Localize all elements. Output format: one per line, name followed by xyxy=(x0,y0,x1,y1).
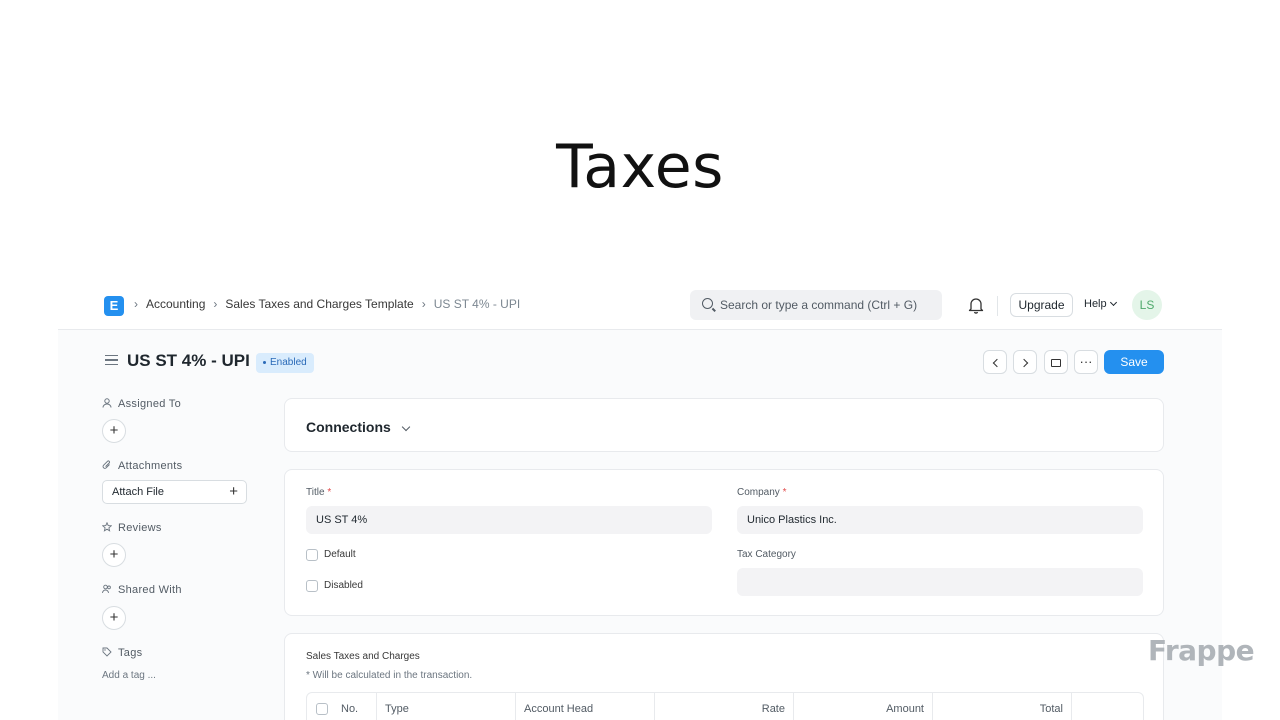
frappe-watermark: Frappe xyxy=(1148,634,1255,667)
search-placeholder: Search or type a command (Ctrl + G) xyxy=(720,298,918,312)
breadcrumb-accounting[interactable]: Accounting xyxy=(146,297,205,311)
user-icon xyxy=(102,398,112,408)
app-logo[interactable]: E xyxy=(104,296,124,316)
navbar: E › Accounting › Sales Taxes and Charges… xyxy=(58,282,1222,330)
select-all-cell: No. xyxy=(307,693,377,720)
printer-icon xyxy=(1051,359,1061,367)
column-header-total: Total xyxy=(933,693,1072,720)
disabled-checkbox[interactable] xyxy=(306,580,318,592)
tags-label: Tags xyxy=(118,647,143,659)
tax-category-field[interactable] xyxy=(737,568,1143,596)
add-share-button[interactable]: + xyxy=(102,606,126,630)
breadcrumb-template-list[interactable]: Sales Taxes and Charges Template xyxy=(225,297,413,311)
column-header-account-head: Account Head xyxy=(516,693,655,720)
company-label-text: Company xyxy=(737,487,780,498)
status-dot-icon xyxy=(263,360,266,364)
chevron-right-icon xyxy=(1019,358,1028,368)
add-tag-link[interactable]: Add a tag ... xyxy=(102,670,156,681)
attachments-heading: Attachments xyxy=(102,460,182,472)
default-label: Default xyxy=(324,549,356,560)
plus-icon: + xyxy=(229,483,238,500)
chevron-right-icon: › xyxy=(134,297,138,311)
status-badge: Enabled xyxy=(256,353,314,373)
taxes-card: Sales Taxes and Charges * Will be calcul… xyxy=(284,633,1164,720)
required-marker: * xyxy=(327,487,332,498)
search-input[interactable]: Search or type a command (Ctrl + G) xyxy=(690,290,942,320)
help-dropdown[interactable]: Help xyxy=(1084,298,1117,310)
column-header-type: Type xyxy=(377,693,516,720)
logo-letter: E xyxy=(109,298,119,313)
taxes-table-header: No. Type Account Head Rate Amount Total xyxy=(306,692,1144,720)
disabled-label: Disabled xyxy=(324,580,363,591)
users-icon xyxy=(102,584,111,594)
star-icon xyxy=(102,522,112,532)
column-header-rate: Rate xyxy=(655,693,794,720)
attachments-label: Attachments xyxy=(118,460,183,472)
column-header-amount: Amount xyxy=(794,693,933,720)
paperclip-icon xyxy=(102,460,111,469)
help-label: Help xyxy=(1084,298,1107,310)
company-field[interactable]: Unico Plastics Inc. xyxy=(737,506,1143,534)
assigned-to-label: Assigned To xyxy=(118,398,182,410)
shared-with-heading: Shared With xyxy=(102,584,182,596)
status-badge-label: Enabled xyxy=(270,357,307,368)
taxes-section-note: * Will be calculated in the transaction. xyxy=(306,670,473,681)
chevron-left-icon xyxy=(992,358,1001,368)
page-title: US ST 4% - UPI xyxy=(127,351,250,370)
more-actions-button[interactable]: ··· xyxy=(1074,350,1098,374)
chevron-right-icon: › xyxy=(421,297,426,311)
search-icon xyxy=(702,298,713,309)
column-header-no: No. xyxy=(341,703,359,715)
print-button[interactable] xyxy=(1044,350,1068,374)
tax-category-label: Tax Category xyxy=(737,549,796,560)
add-review-button[interactable]: + xyxy=(102,543,126,567)
tag-icon xyxy=(102,647,112,657)
slide-title: Taxes xyxy=(556,132,724,202)
breadcrumb-current[interactable]: US ST 4% - UPI xyxy=(434,297,520,311)
title-label-text: Title xyxy=(306,487,325,498)
taxes-section-label: Sales Taxes and Charges xyxy=(306,651,420,662)
column-header-settings xyxy=(1072,693,1143,720)
attach-file-label: Attach File xyxy=(112,486,164,498)
chevron-down-icon xyxy=(401,422,411,432)
breadcrumb: › Accounting › Sales Taxes and Charges T… xyxy=(134,297,520,311)
previous-doc-button[interactable] xyxy=(983,350,1007,374)
bell-icon[interactable] xyxy=(968,296,984,314)
reviews-heading: Reviews xyxy=(102,522,162,534)
assigned-to-heading: Assigned To xyxy=(102,398,181,410)
required-marker: * xyxy=(782,487,787,498)
menu-icon[interactable] xyxy=(105,355,118,365)
attach-file-button[interactable]: Attach File + xyxy=(102,480,247,504)
connections-card: Connections xyxy=(284,398,1164,452)
select-all-checkbox[interactable] xyxy=(316,703,328,715)
erpnext-window: E › Accounting › Sales Taxes and Charges… xyxy=(58,282,1222,720)
connections-title: Connections xyxy=(306,419,391,435)
reviews-label: Reviews xyxy=(118,522,162,534)
details-card: Title * US ST 4% Default Disabled Compan… xyxy=(284,469,1164,616)
title-field-label: Title * xyxy=(306,487,331,498)
next-doc-button[interactable] xyxy=(1013,350,1037,374)
default-checkbox[interactable] xyxy=(306,549,318,561)
shared-with-label: Shared With xyxy=(118,584,182,596)
chevron-right-icon: › xyxy=(213,297,218,311)
chevron-down-icon xyxy=(1109,298,1117,307)
save-button[interactable]: Save xyxy=(1104,350,1164,374)
add-assignment-button[interactable]: + xyxy=(102,419,126,443)
upgrade-button[interactable]: Upgrade xyxy=(1010,293,1073,317)
title-field[interactable]: US ST 4% xyxy=(306,506,712,534)
company-field-label: Company * xyxy=(737,487,787,498)
connections-toggle[interactable]: Connections xyxy=(306,419,411,435)
tags-heading: Tags xyxy=(102,647,142,659)
divider xyxy=(997,296,998,316)
page-header: US ST 4% - UPI Enabled ··· Save xyxy=(58,330,1222,392)
avatar[interactable]: LS xyxy=(1132,290,1162,320)
